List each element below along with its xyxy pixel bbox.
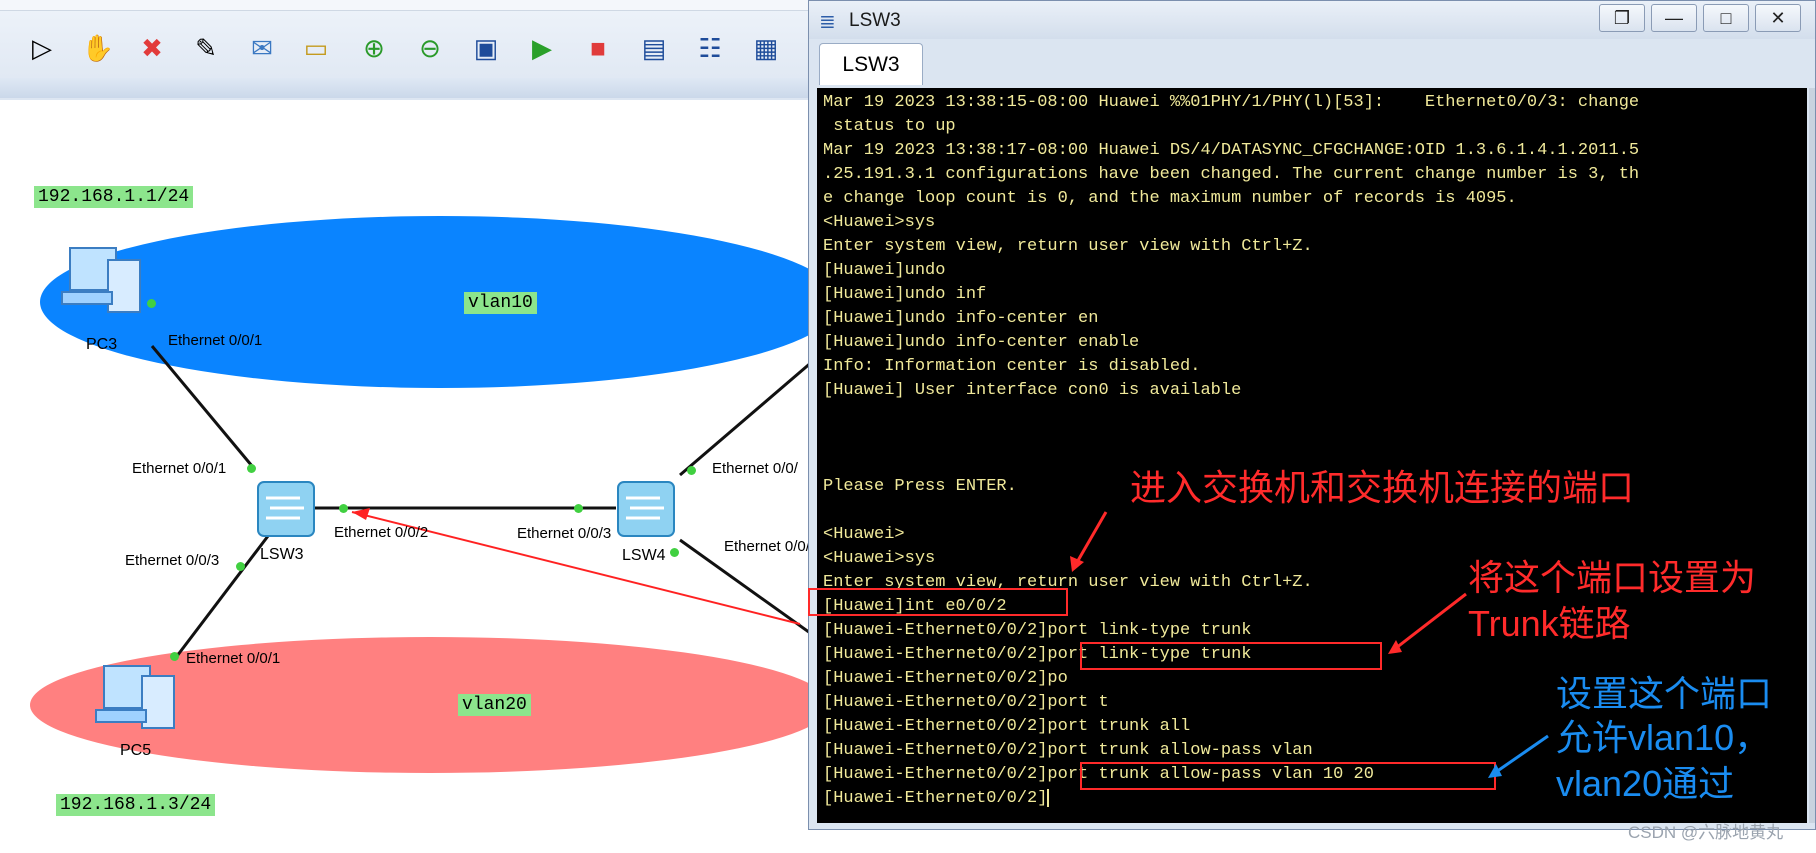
annotation-allow-line2: 允许vlan10， — [1556, 717, 1771, 758]
annotation-enter-port: 进入交换机和交换机连接的端口 — [1130, 467, 1635, 508]
annotation-allow-line3: vlan20通过 — [1556, 763, 1735, 804]
annotation-trunk-line1: 将这个端口设置为 — [1468, 557, 1757, 598]
annotation-arrows — [1070, 511, 1549, 778]
annotation-allow-line1: 设置这个端口 — [1556, 673, 1773, 714]
annotation-trunk-line2: Trunk链路 — [1468, 603, 1631, 644]
watermark: CSDN @六脉地黄丸 — [1628, 823, 1784, 842]
